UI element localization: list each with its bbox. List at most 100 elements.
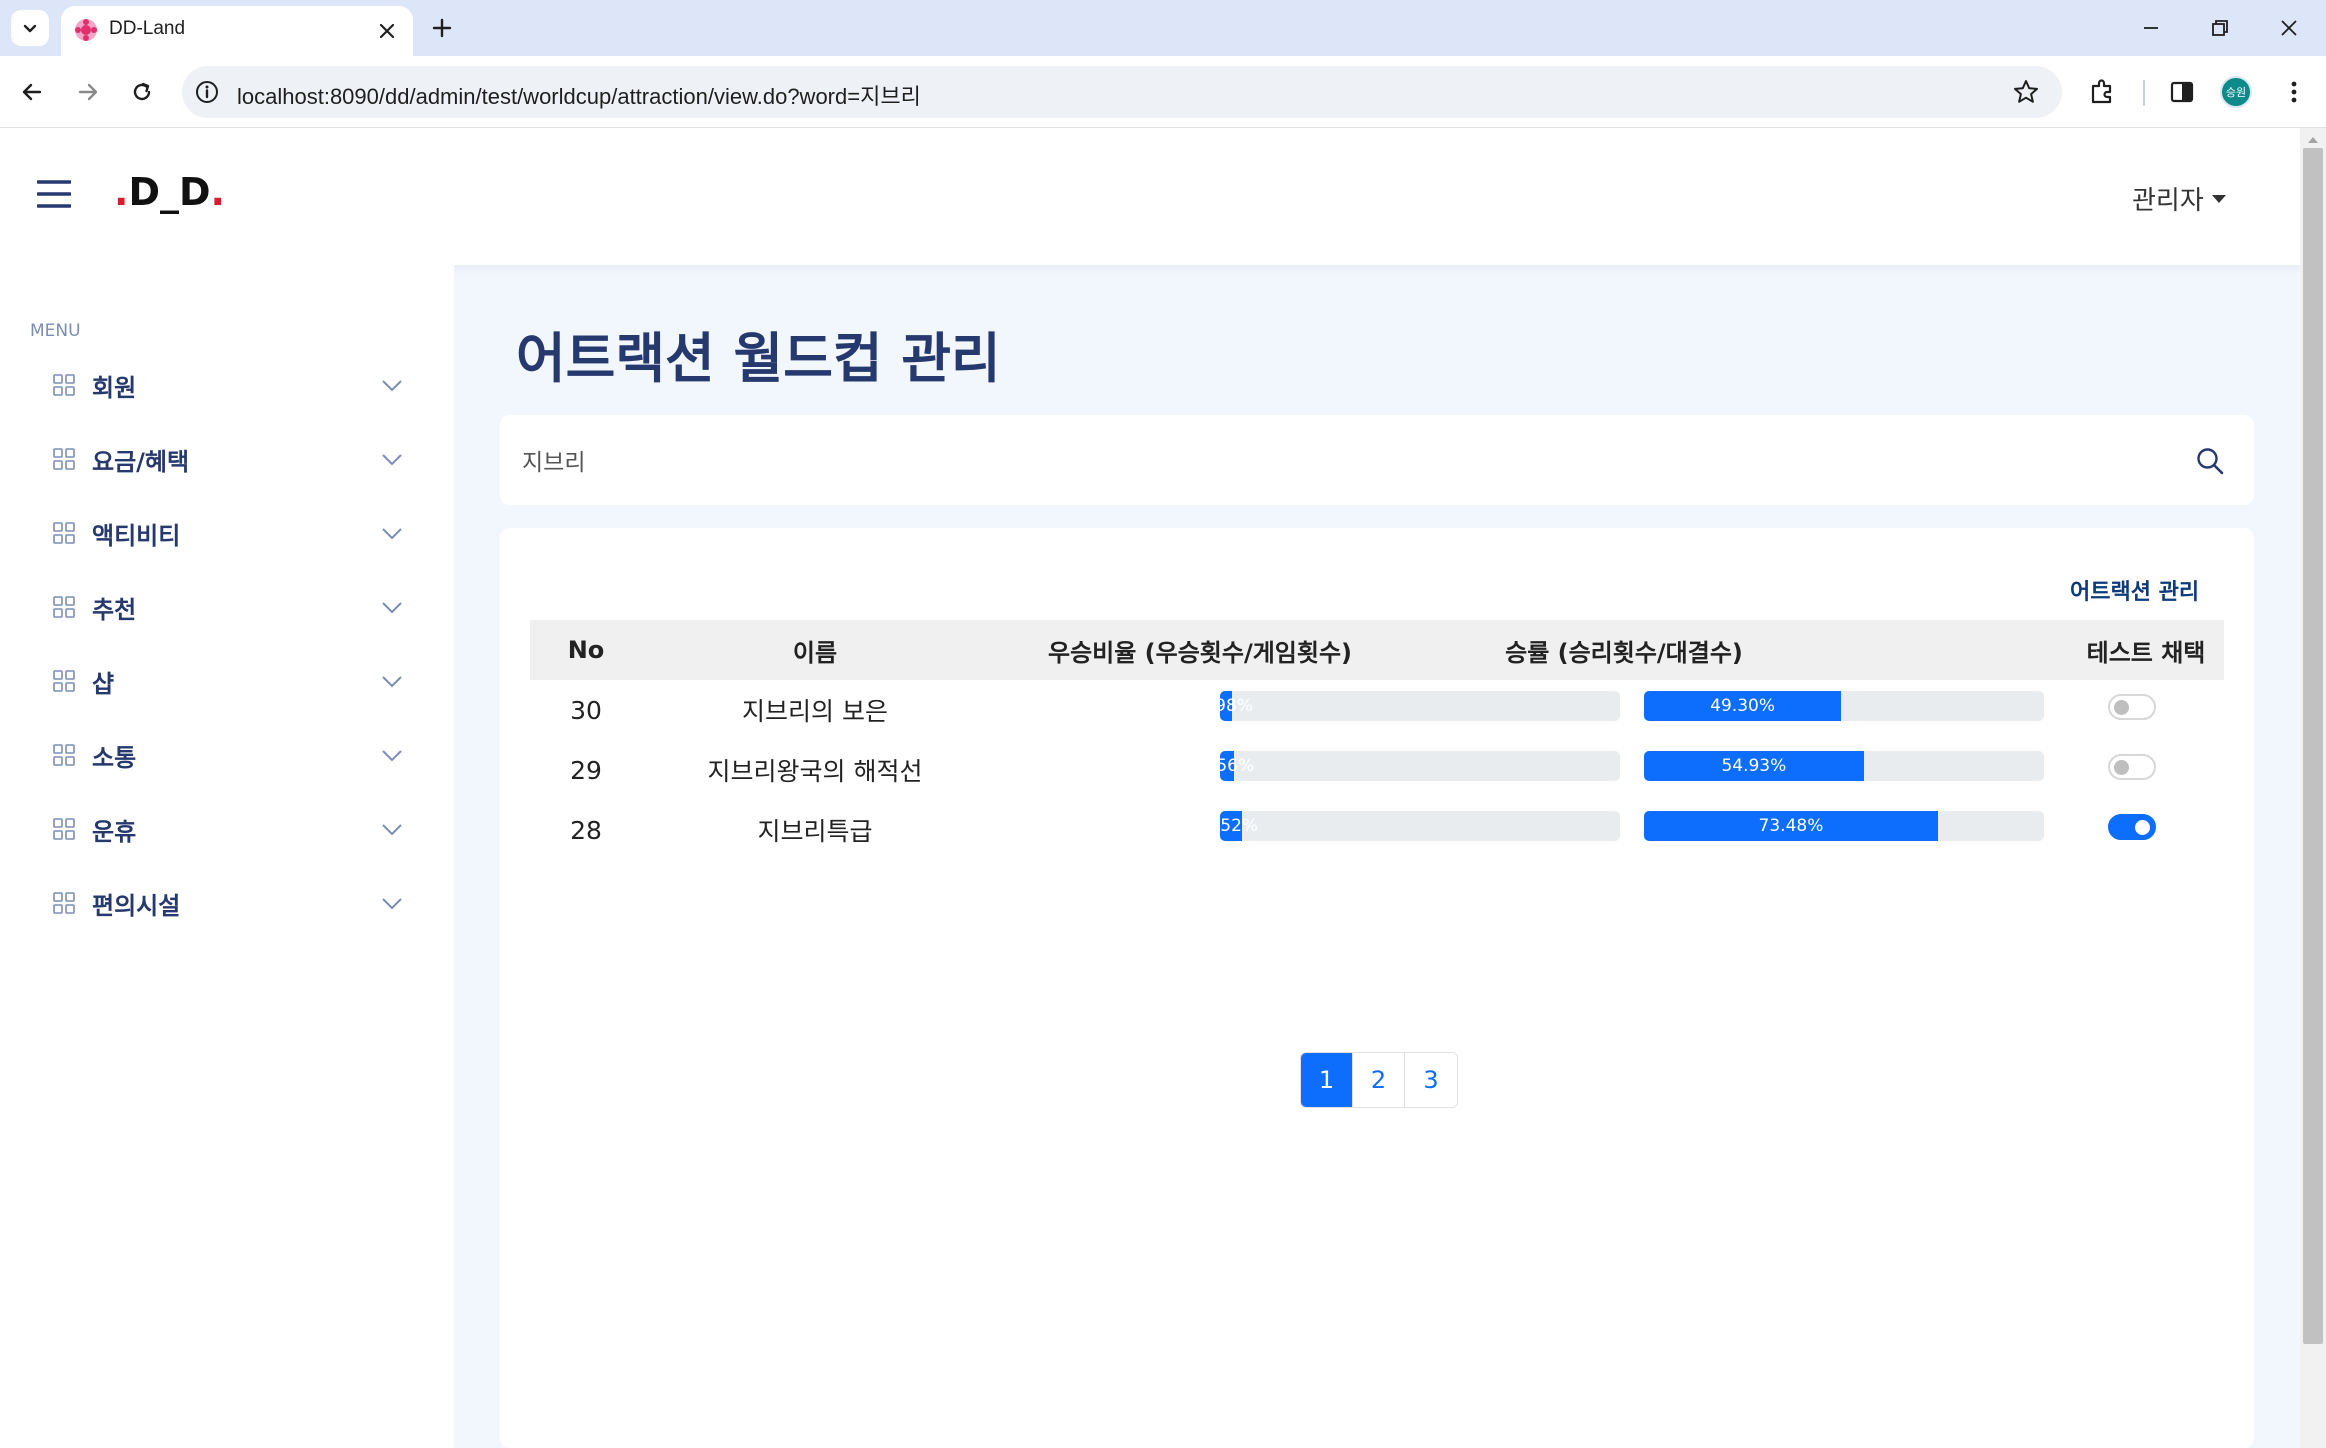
chevron-down-icon: [382, 750, 402, 762]
sidebar-item-activity[interactable]: 액티비티: [52, 511, 404, 555]
sidebar-item-closure[interactable]: 운휴: [52, 807, 404, 851]
page-button[interactable]: 1: [1301, 1053, 1353, 1107]
kebab-menu-icon[interactable]: [2278, 76, 2310, 108]
table-row: 29 지브리왕국의 해적선 3.56% 54.93%: [530, 740, 2224, 800]
page-viewport: .D_D. 관리자 MENU 회원 요금/혜택 액티비티 추천 샵 소통 운휴 …: [0, 128, 2300, 1448]
win-ratio-fill: 3.56%: [1220, 751, 1254, 781]
attraction-name: 지브리의 보은: [742, 697, 888, 726]
grid-icon: [53, 522, 75, 544]
chevron-down-icon: [382, 454, 402, 466]
sidebar-item-label: 소통: [92, 743, 137, 772]
browser-tab-active[interactable]: DD-Land: [61, 6, 413, 56]
menu-title: MENU: [30, 321, 81, 341]
adopt-toggle[interactable]: [2108, 694, 2156, 720]
hamburger-icon[interactable]: [37, 179, 71, 209]
grid-icon: [53, 374, 75, 396]
chevron-down-icon: [382, 676, 402, 688]
sidebar-item-label: 편의시설: [92, 891, 181, 920]
minimize-icon[interactable]: [2136, 13, 2166, 43]
scrollbar-thumb[interactable]: [2303, 148, 2323, 1344]
sidebar-item-label: 액티비티: [92, 521, 181, 550]
column-header: 이름: [792, 638, 838, 667]
tab-search-button[interactable]: [11, 10, 49, 46]
sidebar-item-label: 추천: [92, 595, 137, 624]
chevron-down-icon: [382, 380, 402, 392]
win-rate-fill: 54.93%: [1644, 751, 1864, 781]
arrow-left-icon: [22, 83, 42, 101]
win-ratio-fill: 5.52%: [1220, 811, 1258, 841]
sidebar-item-shop[interactable]: 샵: [52, 659, 404, 703]
sidebar-item-community[interactable]: 소통: [52, 733, 404, 777]
profile-avatar[interactable]: 승원: [2220, 76, 2252, 108]
column-header: No: [567, 636, 605, 664]
grid-icon: [53, 448, 75, 470]
attraction-manage-link[interactable]: 어트랙션 관리: [2070, 574, 2199, 606]
scroll-up-arrow-icon[interactable]: [2307, 134, 2319, 146]
reload-icon: [133, 82, 151, 101]
flower-icon: [75, 19, 97, 41]
close-window-icon[interactable]: [2274, 13, 2304, 43]
sidebar-item-label: 샵: [92, 669, 115, 698]
win-rate-fill: 73.48%: [1644, 811, 1938, 841]
extensions-icon[interactable]: [2086, 76, 2118, 108]
table-card: 어트랙션 관리 No 이름 우승비율 (우승횟수/게임횟수) 승률 (승리횟수/…: [500, 528, 2254, 1448]
pagination: 1 2 3: [1300, 1052, 1458, 1108]
page-button[interactable]: 3: [1405, 1053, 1457, 1107]
grid-icon: [53, 892, 75, 914]
win-rate-progress: 49.30%: [1644, 691, 2044, 721]
column-header: 승률 (승리횟수/대결수): [1505, 638, 1743, 667]
toggle-knob: [2114, 700, 2129, 715]
row-number: 29: [570, 755, 602, 785]
vertical-scrollbar[interactable]: [2300, 128, 2326, 1448]
grid-icon: [53, 818, 75, 840]
adopt-toggle[interactable]: [2108, 814, 2156, 840]
site-header: .D_D. 관리자: [0, 128, 2300, 265]
sidebar-item-fees[interactable]: 요금/혜택: [52, 437, 404, 481]
table-row: 28 지브리특급 5.52% 73.48%: [530, 800, 2224, 860]
user-label: 관리자: [2132, 186, 2204, 216]
sidebar-item-recommend[interactable]: 추천: [52, 585, 404, 629]
forward-button[interactable]: [70, 74, 106, 110]
win-ratio-progress: 2.98%: [1220, 691, 1620, 721]
search-icon[interactable]: [2194, 445, 2226, 477]
tab-title: DD-Land: [109, 18, 186, 39]
close-icon[interactable]: [375, 19, 399, 43]
page-title: 어트랙션 월드컵 관리: [516, 327, 1001, 390]
side-panel-icon[interactable]: [2166, 76, 2198, 108]
page-button[interactable]: 2: [1353, 1053, 1405, 1107]
reload-button[interactable]: [124, 74, 160, 110]
attraction-name: 지브리왕국의 해적선: [707, 757, 923, 786]
attraction-name: 지브리특급: [757, 817, 873, 846]
row-number: 28: [570, 815, 602, 845]
address-bar[interactable]: localhost:8090/dd/admin/test/worldcup/at…: [182, 66, 2062, 118]
grid-icon: [53, 744, 75, 766]
win-ratio-fill: 2.98%: [1220, 691, 1253, 721]
restore-icon[interactable]: [2205, 13, 2235, 43]
browser-toolbar: localhost:8090/dd/admin/test/worldcup/at…: [0, 56, 2326, 128]
grid-icon: [53, 596, 75, 618]
new-tab-icon[interactable]: [427, 13, 457, 43]
win-ratio-progress: 3.56%: [1220, 751, 1620, 781]
adopt-toggle[interactable]: [2108, 754, 2156, 780]
brand-logo[interactable]: .D_D.: [114, 170, 225, 214]
win-ratio-progress: 5.52%: [1220, 811, 1620, 841]
star-icon[interactable]: [2012, 78, 2040, 106]
arrow-right-icon: [78, 83, 98, 101]
search-input[interactable]: [522, 415, 2162, 505]
grid-icon: [53, 670, 75, 692]
sidebar-item-facilities[interactable]: 편의시설: [52, 881, 404, 925]
toggle-knob: [2135, 820, 2150, 835]
info-icon[interactable]: [194, 79, 220, 105]
back-button[interactable]: [14, 74, 50, 110]
user-dropdown[interactable]: 관리자: [2132, 180, 2226, 217]
chevron-down-icon: [23, 24, 37, 33]
chevron-down-icon: [382, 824, 402, 836]
sidebar-item-members[interactable]: 회원: [52, 363, 404, 407]
sidebar: MENU 회원 요금/혜택 액티비티 추천 샵 소통 운휴 편의시설: [0, 265, 454, 1448]
url-text[interactable]: localhost:8090/dd/admin/test/worldcup/at…: [237, 79, 921, 111]
browser-tab-strip: DD-Land: [0, 0, 2326, 56]
sidebar-item-label: 요금/혜택: [92, 447, 190, 476]
caret-down-icon: [2211, 194, 2226, 203]
win-rate-fill: 49.30%: [1644, 691, 1842, 721]
sidebar-item-label: 운휴: [92, 817, 137, 846]
